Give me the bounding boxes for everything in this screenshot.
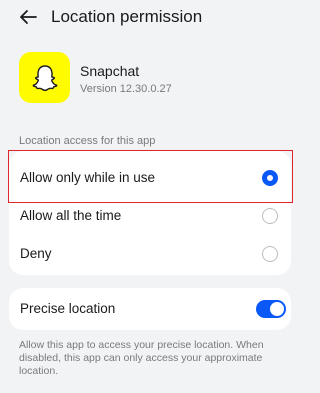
radio-unselected[interactable]	[262, 208, 278, 224]
radio-selected[interactable]	[262, 170, 278, 186]
option-deny[interactable]: Deny	[9, 235, 291, 273]
location-access-card: Allow only while in use Allow all the ti…	[9, 151, 291, 275]
option-label: Allow all the time	[20, 208, 122, 223]
app-info: Snapchat Version 12.30.0.27	[19, 52, 289, 104]
option-label: Deny	[20, 246, 52, 261]
back-button[interactable]	[14, 5, 42, 29]
app-version: Version 12.30.0.27	[80, 83, 172, 95]
precise-location-card: Precise location	[9, 288, 291, 330]
arrow-left-icon	[20, 10, 37, 24]
radio-unselected[interactable]	[262, 246, 278, 262]
app-name: Snapchat	[80, 63, 140, 79]
precise-location-toggle[interactable]	[256, 300, 286, 318]
toggle-knob	[270, 302, 284, 316]
precise-location-label: Precise location	[20, 301, 116, 316]
section-label-location-access: Location access for this app	[19, 135, 156, 147]
page-title: Location permission	[51, 7, 203, 26]
app-icon	[19, 52, 70, 103]
precise-location-description: Allow this app to access your precise lo…	[19, 339, 264, 377]
header-bar: Location permission	[0, 0, 300, 36]
option-label: Allow only while in use	[20, 170, 156, 185]
snapchat-ghost-icon	[32, 64, 57, 91]
option-allow-while-in-use[interactable]: Allow only while in use	[9, 159, 291, 197]
option-allow-all-the-time[interactable]: Allow all the time	[9, 197, 291, 235]
